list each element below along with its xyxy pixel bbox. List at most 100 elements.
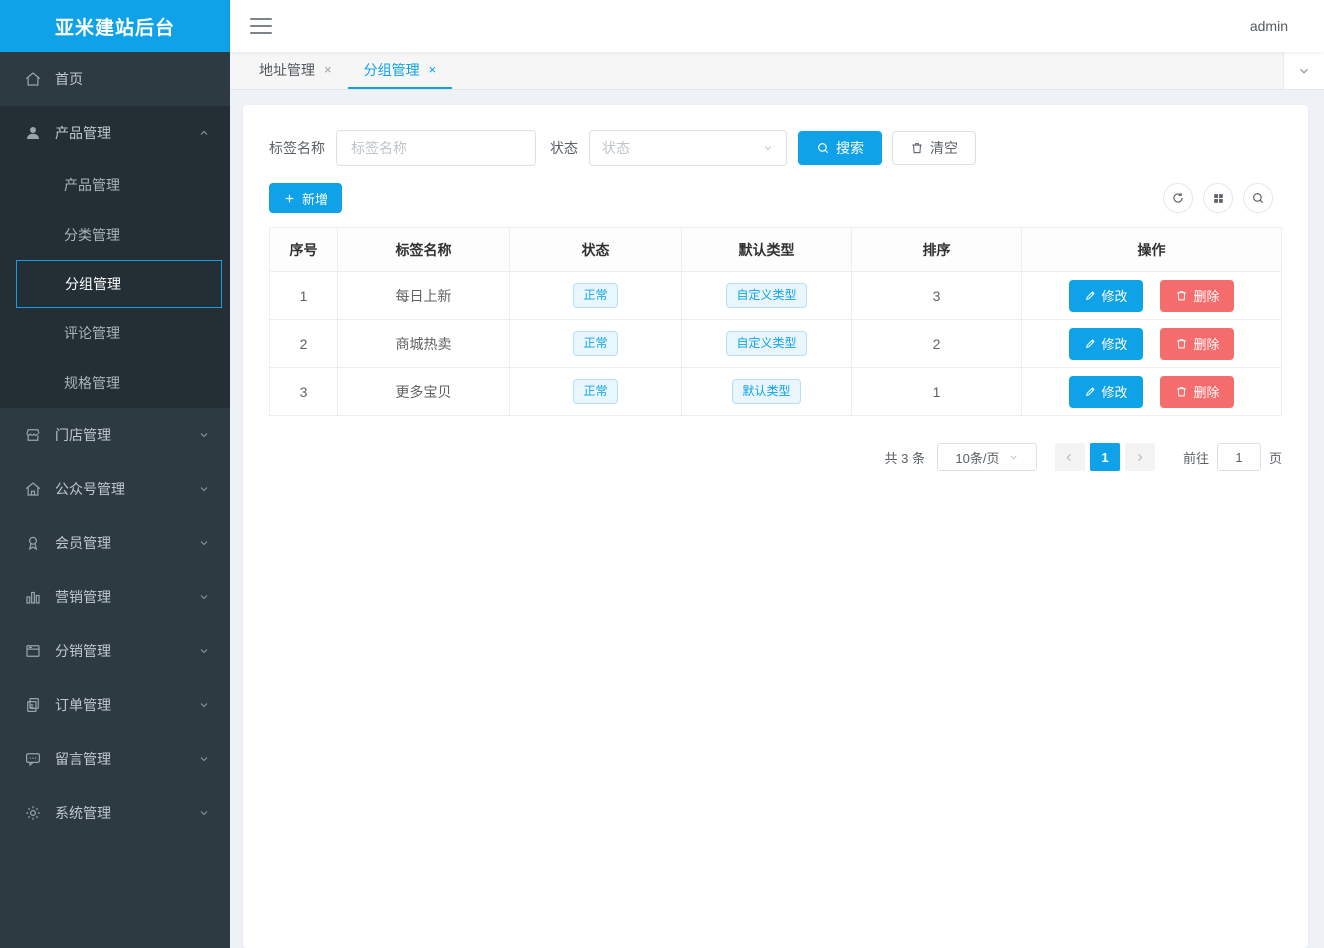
edit-button[interactable]: 修改 bbox=[1069, 328, 1143, 360]
current-page[interactable]: 1 bbox=[1090, 443, 1120, 471]
refresh-button[interactable] bbox=[1163, 183, 1193, 213]
column-header-index: 序号 bbox=[270, 228, 338, 272]
cell-index: 1 bbox=[270, 272, 338, 320]
filter-form: 标签名称 状态 状态 搜索 bbox=[269, 130, 1282, 166]
user-icon bbox=[24, 124, 42, 142]
trash-icon bbox=[1175, 289, 1188, 302]
user-menu[interactable]: admin bbox=[1250, 18, 1288, 34]
chevron-down-icon bbox=[1008, 452, 1019, 463]
sidebar-menu: 首页 产品管理 产品管理 分类管理 分组管理 评论管理 规格管理 门店管理 bbox=[0, 52, 230, 948]
gear-icon bbox=[24, 804, 42, 822]
add-button[interactable]: 新增 bbox=[269, 183, 342, 213]
table-row: 3 更多宝贝 正常 默认类型 1 修改 删除 bbox=[270, 368, 1282, 416]
top-bar: admin bbox=[230, 0, 1324, 52]
tab-dropdown-button[interactable] bbox=[1283, 52, 1324, 89]
sidebar-item-orders[interactable]: 订单管理 bbox=[0, 678, 230, 732]
main-area: admin 地址管理 × 分组管理 × 标签名称 状态 状态 bbox=[230, 0, 1324, 948]
sidebar-item-label: 产品管理 bbox=[55, 123, 111, 143]
type-badge: 自定义类型 bbox=[726, 331, 806, 356]
sidebar-item-official-account[interactable]: 公众号管理 bbox=[0, 462, 230, 516]
sidebar-subitem-comment[interactable]: 评论管理 bbox=[0, 308, 230, 358]
sidebar-item-distribution[interactable]: 分销管理 bbox=[0, 624, 230, 678]
table-row: 1 每日上新 正常 自定义类型 3 修改 删除 bbox=[270, 272, 1282, 320]
edit-button[interactable]: 修改 bbox=[1069, 280, 1143, 312]
sidebar-subitem-group[interactable]: 分组管理 bbox=[16, 260, 222, 308]
plus-icon bbox=[283, 192, 296, 205]
sidebar-item-messages[interactable]: 留言管理 bbox=[0, 732, 230, 786]
page-size-select[interactable]: 10条/页 bbox=[937, 443, 1037, 471]
close-icon[interactable]: × bbox=[324, 62, 332, 77]
official-account-icon bbox=[24, 480, 42, 498]
sidebar-item-marketing[interactable]: 营销管理 bbox=[0, 570, 230, 624]
chevron-down-icon bbox=[198, 753, 210, 765]
chevron-down-icon bbox=[198, 483, 210, 495]
hamburger-menu-icon[interactable] bbox=[250, 18, 272, 34]
trash-icon bbox=[910, 141, 924, 155]
cell-index: 2 bbox=[270, 320, 338, 368]
tab-bar: 地址管理 × 分组管理 × bbox=[230, 52, 1324, 90]
edit-button[interactable]: 修改 bbox=[1069, 376, 1143, 408]
cell-sort: 1 bbox=[852, 368, 1022, 416]
next-page-button[interactable] bbox=[1125, 443, 1155, 471]
type-badge: 自定义类型 bbox=[726, 283, 806, 308]
column-header-name: 标签名称 bbox=[338, 228, 510, 272]
tab-address-management[interactable]: 地址管理 × bbox=[243, 52, 348, 89]
message-icon bbox=[24, 750, 42, 768]
tag-name-input[interactable] bbox=[336, 130, 536, 166]
grid-icon bbox=[1212, 192, 1225, 205]
sidebar-item-label: 门店管理 bbox=[55, 425, 111, 445]
sidebar-item-home[interactable]: 首页 bbox=[0, 52, 230, 106]
column-header-status: 状态 bbox=[510, 228, 682, 272]
chevron-right-icon bbox=[1133, 451, 1146, 464]
sidebar-item-members[interactable]: 会员管理 bbox=[0, 516, 230, 570]
member-icon bbox=[24, 534, 42, 552]
columns-button[interactable] bbox=[1203, 183, 1233, 213]
sidebar-item-system[interactable]: 系统管理 bbox=[0, 786, 230, 840]
card-icon bbox=[24, 642, 42, 660]
sidebar-subitem-product[interactable]: 产品管理 bbox=[0, 160, 230, 210]
sidebar-item-product-management[interactable]: 产品管理 bbox=[0, 106, 230, 160]
sidebar-group-products: 产品管理 产品管理 分类管理 分组管理 评论管理 规格管理 bbox=[0, 106, 230, 408]
tab-group-management[interactable]: 分组管理 × bbox=[348, 52, 453, 89]
sidebar-item-label: 首页 bbox=[55, 69, 83, 89]
status-select-value: 状态 bbox=[602, 138, 630, 158]
delete-button[interactable]: 删除 bbox=[1160, 376, 1234, 408]
pencil-icon bbox=[1084, 385, 1097, 398]
delete-button-label: 删除 bbox=[1193, 334, 1219, 353]
tab-label: 分组管理 bbox=[364, 60, 420, 80]
goto-label: 前往 bbox=[1183, 448, 1209, 467]
clear-button[interactable]: 清空 bbox=[892, 131, 976, 165]
edit-button-label: 修改 bbox=[1102, 286, 1128, 305]
delete-button[interactable]: 删除 bbox=[1160, 328, 1234, 360]
sidebar-item-store[interactable]: 门店管理 bbox=[0, 408, 230, 462]
status-select[interactable]: 状态 bbox=[589, 130, 787, 166]
page-size-value: 10条/页 bbox=[955, 448, 999, 467]
status-label: 状态 bbox=[550, 138, 578, 158]
chevron-down-icon bbox=[198, 429, 210, 441]
table-tools bbox=[1163, 183, 1273, 213]
close-icon[interactable]: × bbox=[429, 62, 437, 77]
sidebar-subitem-spec[interactable]: 规格管理 bbox=[0, 358, 230, 408]
search-button[interactable]: 搜索 bbox=[798, 131, 882, 165]
table-search-button[interactable] bbox=[1243, 183, 1273, 213]
pagination-total: 共 3 条 bbox=[885, 448, 925, 467]
chevron-down-icon bbox=[1297, 64, 1311, 78]
goto-page-input[interactable] bbox=[1217, 443, 1261, 471]
sidebar-subitem-category[interactable]: 分类管理 bbox=[0, 210, 230, 260]
search-button-label: 搜索 bbox=[836, 138, 864, 158]
tab-label: 地址管理 bbox=[259, 60, 315, 80]
chevron-down-icon bbox=[198, 537, 210, 549]
delete-button[interactable]: 删除 bbox=[1160, 280, 1234, 312]
app-logo: 亚米建站后台 bbox=[0, 0, 230, 52]
pencil-icon bbox=[1084, 337, 1097, 350]
pagination: 共 3 条 10条/页 1 前 bbox=[269, 443, 1282, 471]
chevron-left-icon bbox=[1063, 451, 1076, 464]
cell-sort: 2 bbox=[852, 320, 1022, 368]
goto-unit-label: 页 bbox=[1269, 448, 1282, 467]
prev-page-button[interactable] bbox=[1055, 443, 1085, 471]
order-icon bbox=[24, 696, 42, 714]
trash-icon bbox=[1175, 337, 1188, 350]
search-icon bbox=[1251, 191, 1265, 205]
column-header-sort: 排序 bbox=[852, 228, 1022, 272]
table-header-row: 序号 标签名称 状态 默认类型 排序 操作 bbox=[270, 228, 1282, 272]
